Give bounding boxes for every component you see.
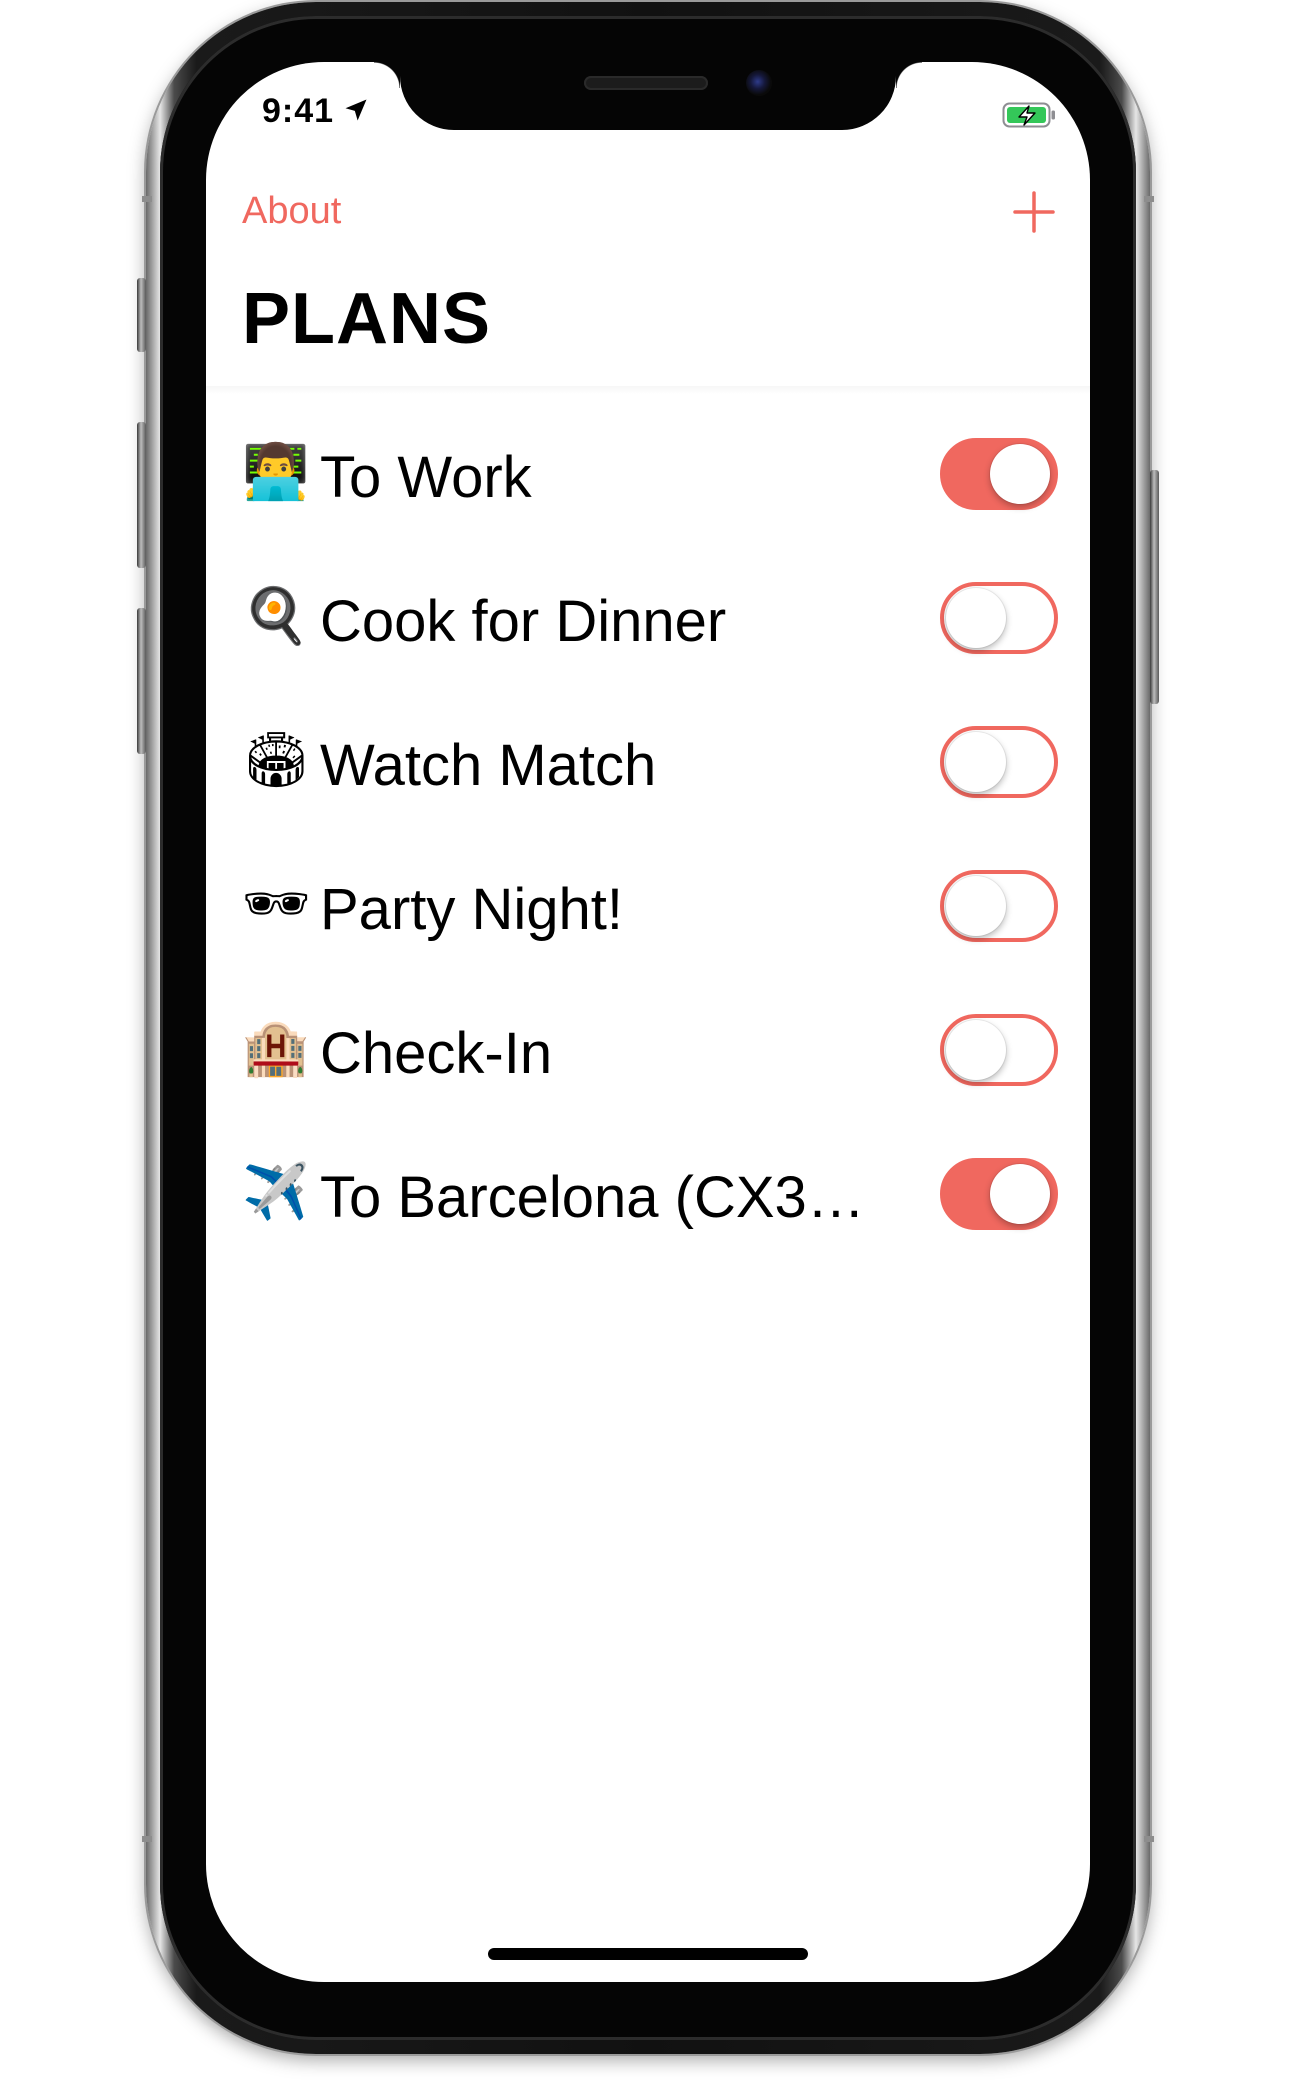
plan-row-party-night[interactable]: 🕶 Party Night! [206,838,1090,982]
plan-label: Party Night! [320,877,623,942]
plan-toggle-to-work[interactable] [940,438,1058,510]
antenna-band [142,1836,152,1842]
plan-toggle-check-in[interactable] [940,1014,1058,1086]
airplane-emoji-icon: ✈️ [242,1160,310,1223]
header-divider [206,386,1090,394]
plan-row-to-work[interactable]: 👨‍💻 To Work [206,406,1090,550]
front-camera [746,70,772,96]
battery-charging-icon [1002,102,1055,128]
home-indicator[interactable] [488,1948,808,1960]
plan-toggle-to-barcelona[interactable] [940,1158,1058,1230]
toggle-knob [946,1020,1006,1080]
volume-down-button [137,608,146,754]
power-button [1150,470,1159,704]
plan-row-to-barcelona[interactable]: ✈️ To Barcelona (CX32... [206,1126,1090,1270]
silent-switch [137,278,146,352]
technologist-emoji-icon: 👨‍💻 [242,440,310,503]
toggle-knob [946,588,1006,648]
plus-icon[interactable] [1012,190,1056,234]
plan-label: Check-In [320,1021,553,1086]
antenna-band [142,196,152,202]
location-arrow-icon [345,99,367,121]
plan-row-cook-for-dinner[interactable]: 🍳 Cook for Dinner [206,550,1090,694]
app-screen: 9:41 About PLANS 👨‍💻 To Work 🍳 Cook for … [206,62,1090,1982]
antenna-band [1144,1836,1154,1842]
plan-label: Cook for Dinner [320,589,727,654]
page-title: PLANS [242,279,492,359]
toggle-knob [946,732,1006,792]
volume-up-button [137,422,146,568]
antenna-band [1144,196,1154,202]
earpiece-speaker [584,76,708,90]
toggle-knob [990,444,1050,504]
plan-toggle-party-night[interactable] [940,870,1058,942]
toggle-knob [990,1164,1050,1224]
hotel-emoji-icon: 🏨 [242,1016,310,1079]
plan-list: 👨‍💻 To Work 🍳 Cook for Dinner 🏟 Watch Ma… [206,406,1090,1270]
plan-label: Watch Match [320,733,657,798]
about-button[interactable]: About [242,190,341,233]
notch [374,62,922,130]
plan-toggle-watch-match[interactable] [940,726,1058,798]
plan-row-check-in[interactable]: 🏨 Check-In [206,982,1090,1126]
plan-label: To Work [320,445,532,510]
plan-row-watch-match[interactable]: 🏟 Watch Match [206,694,1090,838]
plan-toggle-cook-for-dinner[interactable] [940,582,1058,654]
sunglasses-emoji-icon: 🕶 [242,872,311,935]
toggle-knob [946,876,1006,936]
stadium-emoji-icon: 🏟 [242,728,311,791]
frying-pan-egg-emoji-icon: 🍳 [242,584,310,647]
plan-label: To Barcelona (CX32... [320,1165,880,1230]
status-time: 9:41 [262,92,335,130]
